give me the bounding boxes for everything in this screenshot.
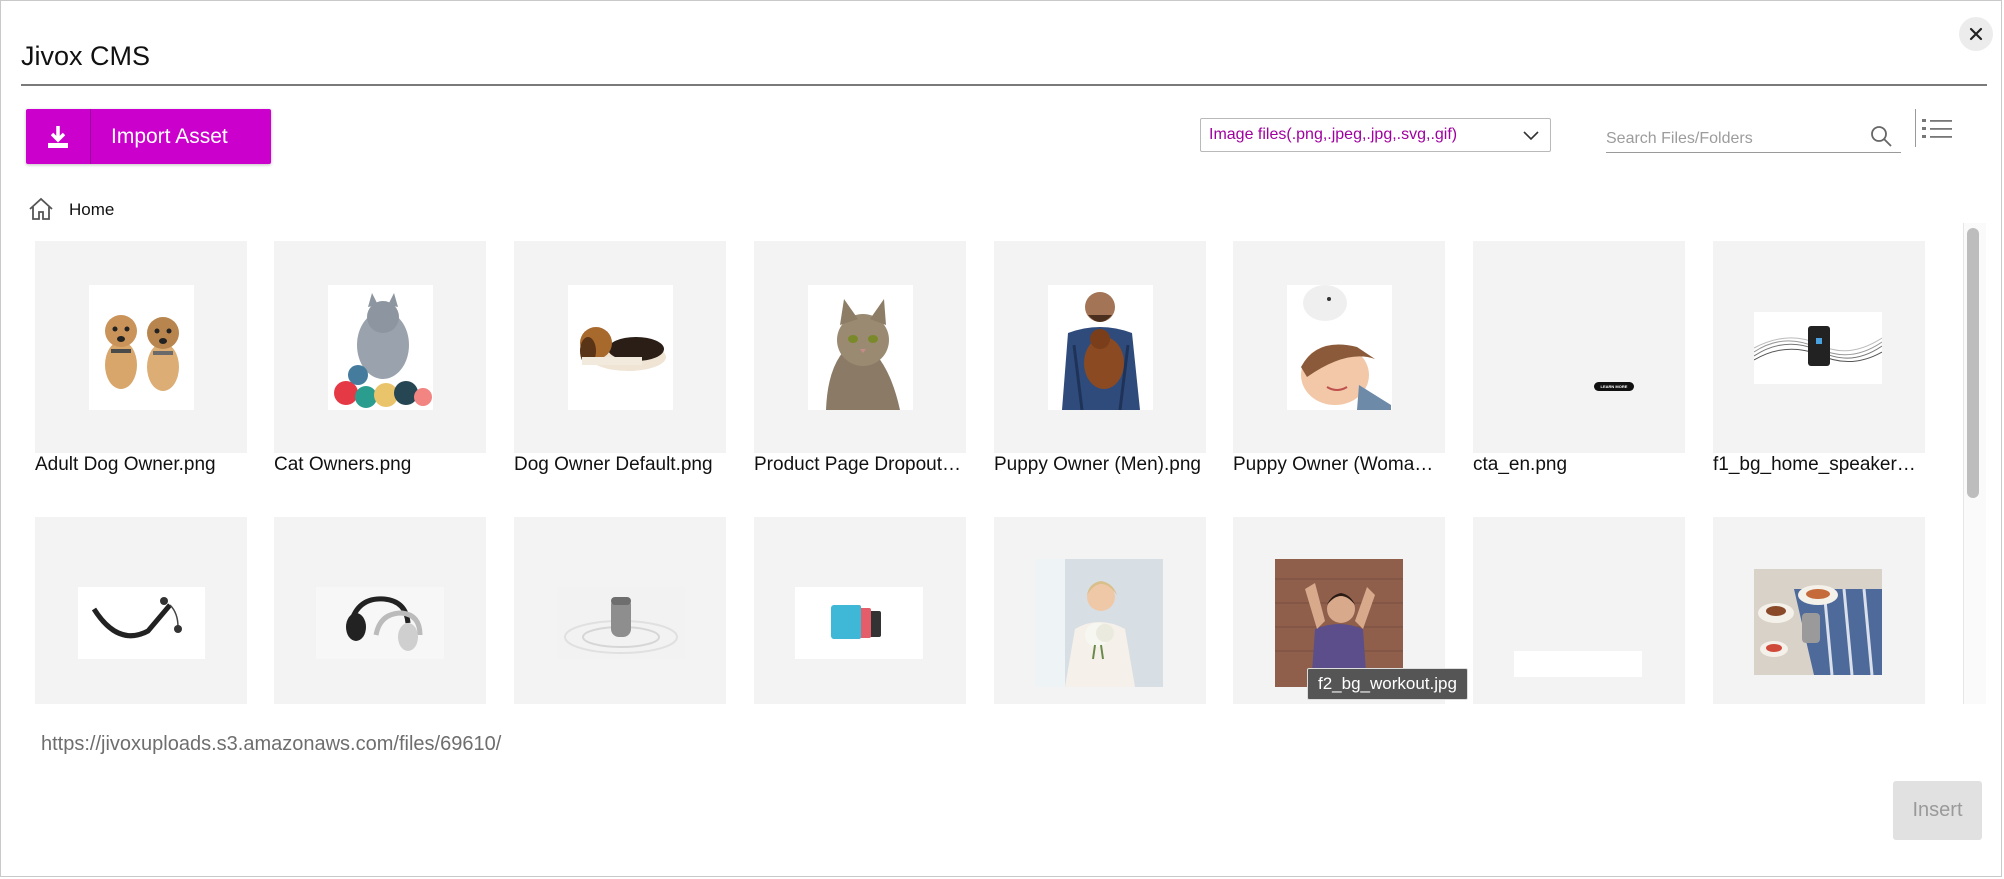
close-button[interactable]: [1959, 17, 1993, 51]
asset-tile[interactable]: [994, 241, 1206, 453]
breadcrumb-home[interactable]: Home: [69, 200, 114, 220]
title-divider: [21, 84, 1987, 86]
search-icon[interactable]: [1869, 124, 1893, 148]
asset-thumbnail: [557, 587, 685, 659]
asset-tile[interactable]: [514, 241, 726, 453]
asset-filename: f1_bg_home_speaker…: [1713, 454, 1916, 475]
toolbar-divider: [1915, 109, 1916, 147]
close-icon: [1969, 27, 1983, 41]
dialog-title: Jivox CMS: [21, 41, 151, 71]
asset-filename: Adult Dog Owner.png: [35, 454, 216, 475]
search-box: [1606, 121, 1901, 153]
asset-filename: Puppy Owner (Woma…: [1233, 454, 1434, 475]
filename-tooltip: f2_bg_workout.jpg: [1307, 668, 1468, 700]
asset-thumbnail: [1754, 312, 1882, 384]
asset-thumbnail: [568, 285, 673, 410]
cms-dialog: Jivox CMS Import Asset Image files(.png,…: [0, 0, 2002, 877]
asset-thumbnail: [1514, 651, 1642, 677]
asset-tile[interactable]: [1713, 241, 1925, 453]
asset-filename: Dog Owner Default.png: [514, 454, 713, 475]
asset-thumbnail: [1048, 285, 1153, 410]
chevron-down-icon: [1523, 131, 1539, 141]
asset-tile[interactable]: [514, 517, 726, 704]
asset-thumbnail: [316, 587, 444, 659]
asset-filename: Product Page Dropout…: [754, 454, 962, 475]
download-icon: [26, 109, 91, 164]
asset-tile[interactable]: [274, 517, 486, 704]
asset-thumbnail: [795, 587, 923, 659]
asset-tile[interactable]: [35, 517, 247, 704]
file-type-filter[interactable]: Image files(.png,.jpeg,.jpg,.svg,.gif): [1200, 118, 1551, 152]
asset-grid: LEARN MORE Adult Dog Owner.png Cat Owner…: [35, 241, 1925, 704]
asset-thumbnail: [1287, 285, 1392, 410]
asset-filename: Puppy Owner (Men).png: [994, 454, 1201, 475]
list-view-icon[interactable]: [1921, 117, 1953, 141]
asset-thumbnail: LEARN MORE: [1594, 382, 1634, 391]
asset-thumbnail: [1754, 569, 1882, 675]
asset-thumbnail: [808, 285, 913, 410]
asset-thumbnail: [78, 587, 205, 659]
cta-thumbnail-text: LEARN MORE: [1600, 384, 1628, 389]
asset-tile[interactable]: [1473, 517, 1685, 704]
home-icon[interactable]: [28, 197, 54, 221]
asset-tile[interactable]: [994, 517, 1206, 704]
asset-filename: cta_en.png: [1473, 454, 1568, 475]
asset-tile[interactable]: [754, 241, 966, 453]
asset-tile[interactable]: LEARN MORE: [1473, 241, 1685, 453]
search-input[interactable]: [1606, 121, 1856, 153]
asset-filename: Cat Owners.png: [274, 454, 412, 475]
asset-tile[interactable]: [274, 241, 486, 453]
asset-tile[interactable]: [1713, 517, 1925, 704]
asset-tile[interactable]: [754, 517, 966, 704]
asset-thumbnail: [328, 285, 433, 410]
asset-tile[interactable]: [35, 241, 247, 453]
asset-thumbnail: [1035, 559, 1163, 687]
import-asset-button[interactable]: Import Asset: [26, 109, 271, 164]
asset-thumbnail: [89, 285, 194, 410]
insert-button[interactable]: Insert: [1893, 781, 1982, 840]
import-asset-label: Import Asset: [111, 124, 228, 148]
scrollbar-thumb[interactable]: [1967, 228, 1979, 498]
asset-tile[interactable]: [1233, 241, 1445, 453]
file-type-filter-value: Image files(.png,.jpeg,.jpg,.svg,.gif): [1209, 126, 1458, 143]
folder-url: https://jivoxuploads.s3.amazonaws.com/fi…: [41, 733, 502, 755]
